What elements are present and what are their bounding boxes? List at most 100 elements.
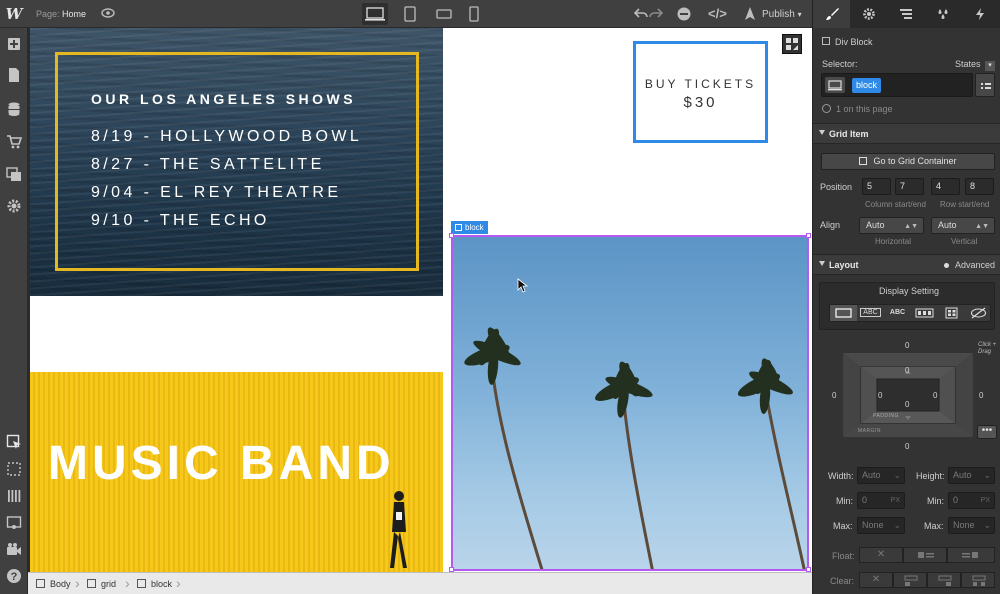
display-flex-option[interactable] bbox=[911, 305, 938, 321]
breadcrumb-body[interactable]: Body bbox=[36, 578, 71, 590]
tablet-icon[interactable] bbox=[403, 6, 417, 26]
display-block-option[interactable] bbox=[830, 305, 857, 321]
height-input[interactable]: Auto ⌄ bbox=[948, 467, 995, 484]
show-item: 9/10 - THE ECHO bbox=[91, 212, 270, 229]
publish-icon[interactable] bbox=[742, 6, 758, 26]
column-end-input[interactable]: 7 bbox=[895, 178, 924, 195]
float-none-option[interactable]: ✕ bbox=[859, 547, 903, 563]
display-inline-block-option[interactable]: ABC bbox=[857, 305, 884, 321]
chevron-down-icon: ⌄ bbox=[893, 520, 901, 530]
display-none-option[interactable] bbox=[965, 305, 992, 321]
more-options-icon[interactable]: ••• bbox=[977, 425, 997, 439]
display-inline-option[interactable]: ABC bbox=[884, 305, 911, 321]
tab-style[interactable] bbox=[813, 0, 850, 28]
breadcrumb-block[interactable]: block bbox=[137, 578, 172, 590]
max-height-input[interactable]: None ⌄ bbox=[948, 517, 995, 534]
column-start-input[interactable]: 5 bbox=[862, 178, 891, 195]
float-left-option[interactable] bbox=[903, 547, 947, 563]
tab-symbols[interactable] bbox=[924, 0, 961, 28]
drag-hint: Click + Drag bbox=[978, 342, 997, 355]
vertical-caption: Vertical bbox=[951, 237, 978, 246]
grid-item-section-header[interactable]: Grid Item bbox=[813, 123, 1000, 144]
tab-navigator[interactable] bbox=[887, 0, 924, 28]
class-tag[interactable]: block bbox=[852, 78, 882, 93]
clear-both-option[interactable] bbox=[961, 572, 995, 588]
xray-icon[interactable] bbox=[6, 488, 22, 504]
min-width-input[interactable]: 0 PX bbox=[857, 492, 905, 509]
page-selector[interactable]: Page: Home bbox=[36, 9, 86, 19]
margin-top-value[interactable]: 0 bbox=[905, 341, 909, 350]
padding-top-value[interactable]: 0 bbox=[905, 366, 909, 375]
selected-element-tag[interactable]: block bbox=[451, 221, 488, 234]
layout-section-header[interactable]: Layout Advanced bbox=[813, 254, 1000, 275]
padding-caption: PADDING bbox=[873, 413, 899, 419]
phone-portrait-icon[interactable] bbox=[468, 6, 480, 26]
clear-left-option[interactable] bbox=[893, 572, 927, 588]
add-icon[interactable] bbox=[6, 36, 22, 52]
width-input[interactable]: Auto ⌄ bbox=[857, 467, 905, 484]
outline-icon[interactable] bbox=[6, 461, 22, 477]
margin-left-value[interactable]: 0 bbox=[832, 391, 836, 400]
select-icon[interactable] bbox=[6, 434, 22, 450]
row-start-input[interactable]: 4 bbox=[931, 178, 960, 195]
option-label: ABC bbox=[860, 308, 881, 317]
desktop-icon[interactable] bbox=[362, 3, 388, 25]
float-left-icon bbox=[918, 552, 934, 558]
select-value: Auto bbox=[866, 220, 885, 230]
min-height-input[interactable]: 0 PX bbox=[948, 492, 995, 509]
float-right-option[interactable] bbox=[947, 547, 995, 563]
assets-icon[interactable] bbox=[6, 166, 22, 182]
phone-landscape-icon[interactable] bbox=[436, 6, 452, 26]
breadcrumb-grid[interactable]: grid bbox=[87, 578, 116, 590]
ecommerce-icon[interactable] bbox=[6, 134, 23, 150]
resize-handle[interactable] bbox=[449, 233, 454, 238]
input-value: None bbox=[862, 520, 884, 530]
palm-trees-image-block[interactable] bbox=[451, 235, 809, 571]
input-value: 0 bbox=[862, 495, 868, 505]
advanced-toggle[interactable]: Advanced bbox=[955, 260, 995, 270]
states-dropdown[interactable]: States ▾ bbox=[955, 59, 996, 71]
tab-interactions[interactable] bbox=[961, 0, 998, 28]
navigator-icon bbox=[899, 9, 912, 19]
tab-settings[interactable] bbox=[850, 0, 887, 28]
go-to-grid-container-button[interactable]: Go to Grid Container bbox=[821, 153, 995, 170]
resize-handle[interactable] bbox=[806, 233, 811, 238]
clear-none-option[interactable]: ✕ bbox=[859, 572, 893, 588]
code-icon[interactable]: </> bbox=[708, 6, 727, 22]
align-vertical-select[interactable]: Auto ▲▼ bbox=[931, 217, 995, 234]
buy-tickets-button[interactable]: BUY TICKETS $30 bbox=[633, 41, 768, 143]
padding-bottom-value[interactable]: 0 bbox=[905, 400, 909, 409]
settings-icon[interactable] bbox=[6, 198, 22, 214]
video-icon[interactable] bbox=[6, 542, 22, 558]
undo-icon[interactable] bbox=[633, 6, 648, 24]
eye-icon[interactable] bbox=[101, 6, 115, 24]
breadcrumb-label: Body bbox=[50, 579, 71, 589]
margin-bottom-value[interactable]: 0 bbox=[905, 442, 909, 451]
cms-icon[interactable] bbox=[6, 101, 22, 117]
drops-icon bbox=[938, 9, 947, 19]
publish-button[interactable]: Publish ▾ bbox=[762, 7, 802, 23]
design-canvas[interactable]: OUR LOS ANGELES SHOWS 8/19 - HOLLYWOOD B… bbox=[30, 28, 812, 572]
help-icon[interactable]: ? bbox=[6, 568, 22, 584]
display-grid-option[interactable] bbox=[938, 305, 965, 321]
padding-right-value[interactable]: 0 bbox=[933, 391, 937, 400]
preview-mode-icon[interactable] bbox=[6, 515, 22, 531]
brush-icon bbox=[825, 8, 839, 20]
updown-icon: ▲▼ bbox=[975, 223, 989, 230]
padding-left-value[interactable]: 0 bbox=[878, 391, 882, 400]
webflow-logo[interactable]: W bbox=[0, 0, 28, 28]
preview-icon[interactable] bbox=[676, 6, 692, 26]
max-width-input[interactable]: None ⌄ bbox=[857, 517, 905, 534]
yellow-wall-image[interactable]: MUSIC BAND bbox=[30, 372, 443, 572]
redo-icon[interactable] bbox=[649, 6, 664, 24]
margin-right-value[interactable]: 0 bbox=[979, 391, 983, 400]
selector-field[interactable]: block bbox=[821, 73, 973, 97]
selector-menu-icon[interactable] bbox=[975, 73, 995, 97]
row-end-input[interactable]: 8 bbox=[965, 178, 994, 195]
states-label: States bbox=[955, 59, 981, 69]
align-horizontal-select[interactable]: Auto ▲▼ bbox=[859, 217, 924, 234]
align-label: Align bbox=[820, 220, 841, 230]
grid-edit-icon[interactable] bbox=[782, 34, 802, 54]
pages-icon[interactable] bbox=[6, 67, 22, 83]
clear-right-option[interactable] bbox=[927, 572, 961, 588]
